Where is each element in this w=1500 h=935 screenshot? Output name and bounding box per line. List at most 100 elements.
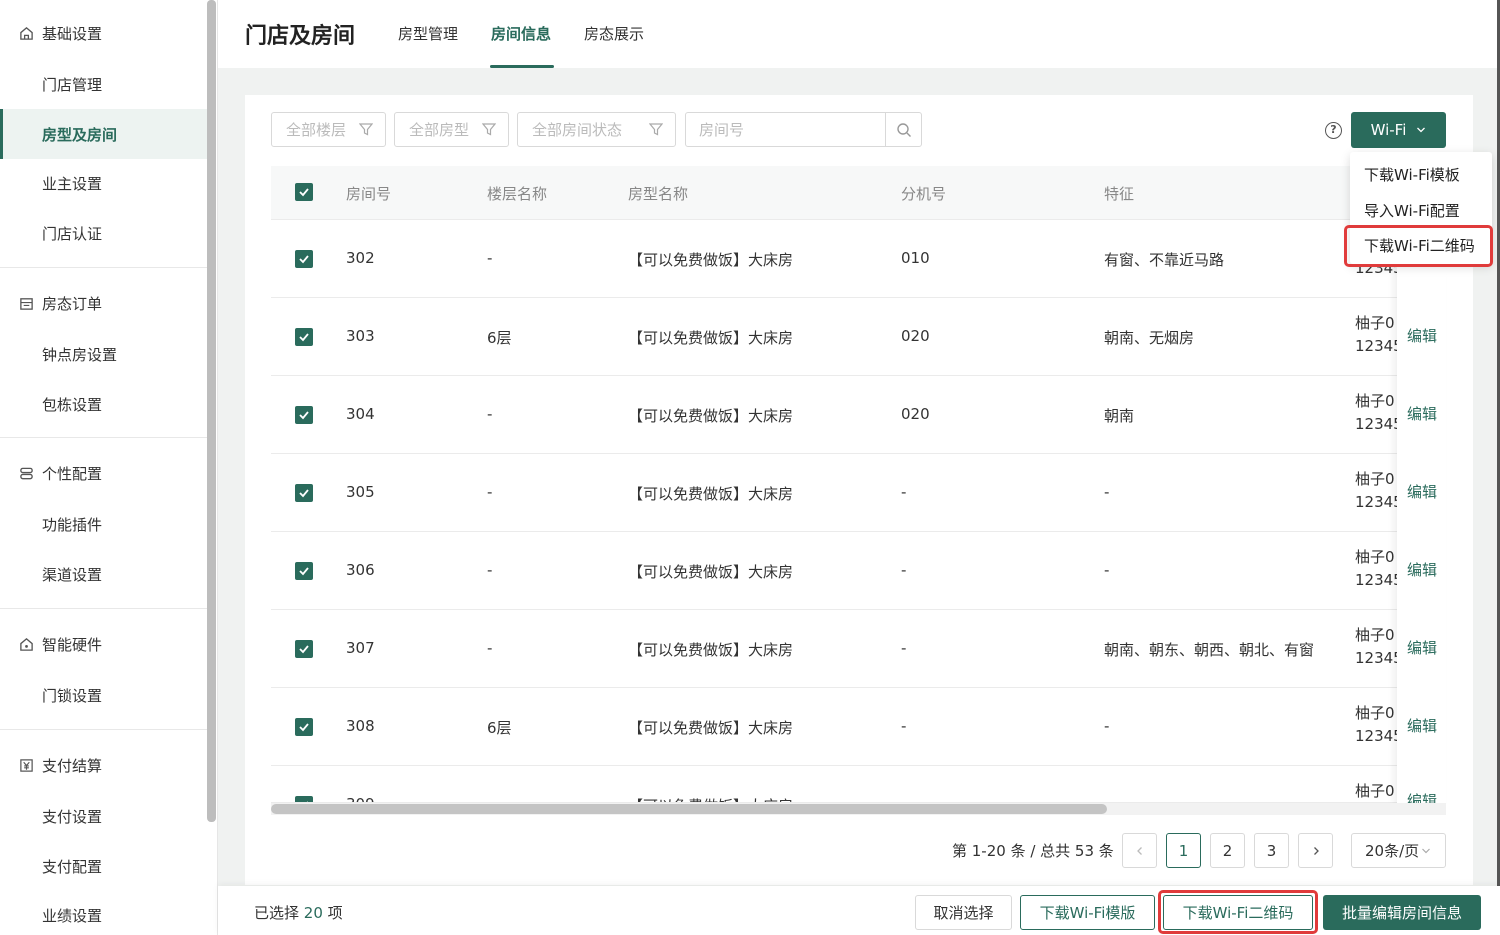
room-number-input[interactable] <box>686 113 886 146</box>
row-checkbox[interactable] <box>295 640 313 658</box>
download-wifi-template-button[interactable]: 下载Wi-Fi模版 <box>1020 895 1155 930</box>
cell-floor: - <box>487 249 493 267</box>
page-1-button[interactable]: 1 <box>1166 833 1201 868</box>
sidebar-item-certification[interactable]: 门店认证 <box>0 208 207 258</box>
table-row[interactable]: 302-【可以免费做饭】大床房010有窗、不靠近马路12345 <box>271 220 1446 298</box>
edit-link[interactable]: 编辑 <box>1407 637 1437 658</box>
tab-room-status[interactable]: 房态展示 <box>584 23 644 68</box>
sidebar-item-door-lock[interactable]: 门锁设置 <box>0 670 207 720</box>
cell-room-number: 302 <box>346 249 375 267</box>
active-tab-indicator <box>490 65 554 68</box>
table-row[interactable]: 308 6层 【可以免费做饭】大床房 - - 柚子0 12345 <box>271 688 1446 766</box>
menu-item-download-template[interactable]: 下载Wi-Fi模板 <box>1364 164 1460 185</box>
sidebar-group-basic[interactable]: 基础设置 <box>0 8 207 58</box>
page-size-value: 20条/页 <box>1365 842 1420 860</box>
sidebar-group-payment[interactable]: 支付结算 <box>0 740 207 790</box>
tab-room-info[interactable]: 房间信息 <box>491 23 551 68</box>
floor-filter[interactable]: 全部楼层 <box>271 112 386 147</box>
wifi-dropdown-button[interactable]: Wi-Fi <box>1351 112 1446 148</box>
cell-owner: 柚子0 12345 <box>1355 312 1397 358</box>
cell-owner-name: 柚子0 <box>1355 392 1395 410</box>
row-checkbox[interactable] <box>295 796 313 802</box>
edit-link[interactable]: 编辑 <box>1407 715 1437 736</box>
cell-room-type: 【可以免费做饭】大床房 <box>628 641 794 659</box>
room-status-filter[interactable]: 全部房间状态 <box>517 112 676 147</box>
sidebar-group-orders[interactable]: 房态订单 <box>0 278 207 328</box>
cell-room-type: 【可以免费做饭】大床房 <box>628 485 794 503</box>
edit-link[interactable]: 编辑 <box>1407 790 1437 803</box>
sidebar-item-store[interactable]: 门店管理 <box>0 59 207 109</box>
sidebar-item-building[interactable]: 包栋设置 <box>0 379 207 429</box>
sidebar-item-channels[interactable]: 渠道设置 <box>0 549 207 599</box>
cell-owner-phone: 12345 <box>1355 493 1397 511</box>
edit-link[interactable]: 编辑 <box>1407 481 1437 502</box>
row-checkbox[interactable] <box>295 406 313 424</box>
page-size-select[interactable]: 20条/页 <box>1351 833 1446 868</box>
sidebar-item-pay-config[interactable]: 支付配置 <box>0 841 207 891</box>
cell-floor: - <box>487 483 493 501</box>
cell-owner-name: 柚子0 <box>1355 626 1395 644</box>
menu-item-import-config[interactable]: 导入Wi-Fi配置 <box>1364 200 1460 221</box>
room-type-filter[interactable]: 全部房型 <box>394 112 509 147</box>
cell-extension: - <box>901 483 907 501</box>
table-row[interactable]: 309 【可以免费做饭】大床房 柚子0 <box>271 766 1446 803</box>
table-row[interactable]: 306 - 【可以免费做饭】大床房 - - 柚子0 12345 <box>271 532 1446 610</box>
edit-link[interactable]: 编辑 <box>1407 559 1437 580</box>
sidebar-group-label: 智能硬件 <box>42 635 103 654</box>
prev-page-button[interactable] <box>1122 833 1157 868</box>
column-floor: 楼层名称 <box>487 185 548 203</box>
cell-room-type: 【可以免费做饭】大床房 <box>628 407 794 425</box>
cell-owner-name: 柚子0 <box>1355 470 1395 488</box>
table-row[interactable]: 305 - 【可以免费做饭】大床房 - - 柚子0 12345 <box>271 454 1446 532</box>
horizontal-scrollbar[interactable] <box>271 804 1107 814</box>
cancel-selection-button[interactable]: 取消选择 <box>915 895 1012 930</box>
sidebar-scrollbar[interactable] <box>207 0 216 822</box>
sidebar: 基础设置 门店管理 房型及房间 业主设置 门店认证 房态订单 钟点房设置 包栋设… <box>0 0 218 935</box>
check-icon <box>299 333 309 342</box>
cell-features: 有窗、不靠近马路 <box>1104 251 1225 269</box>
sidebar-item-room-types[interactable]: 房型及房间 <box>0 109 207 159</box>
select-all-checkbox[interactable] <box>295 183 313 201</box>
cell-owner: 柚子0 12345 <box>1355 702 1397 748</box>
sidebar-item-hourly[interactable]: 钟点房设置 <box>0 329 207 379</box>
cell-owner-phone: 12345 <box>1355 649 1397 667</box>
search-button[interactable] <box>885 113 921 146</box>
table-row[interactable]: 303 6层 【可以免费做饭】大床房 020 朝南、无烟房 柚子0 12345 <box>271 298 1446 376</box>
row-checkbox[interactable] <box>295 484 313 502</box>
batch-edit-button[interactable]: 批量编辑房间信息 <box>1323 895 1481 930</box>
cell-extension: 010 <box>901 249 930 267</box>
sidebar-item-pay-settings[interactable]: 支付设置 <box>0 791 207 841</box>
tab-room-type-management[interactable]: 房型管理 <box>398 23 458 68</box>
page-title: 门店及房间 <box>245 24 356 49</box>
chevron-left-icon <box>1136 846 1142 855</box>
cell-extension: 020 <box>901 327 930 345</box>
sidebar-item-performance[interactable]: 业绩设置 <box>0 890 207 935</box>
sidebar-item-owner[interactable]: 业主设置 <box>0 158 207 208</box>
row-checkbox[interactable] <box>295 328 313 346</box>
row-checkbox[interactable] <box>295 250 313 268</box>
calendar-icon <box>18 295 34 311</box>
wifi-button-label: Wi-Fi <box>1370 121 1407 139</box>
row-checkbox[interactable] <box>295 562 313 580</box>
cell-features: 朝南 <box>1104 407 1135 425</box>
row-checkbox[interactable] <box>295 718 313 736</box>
edit-link[interactable]: 编辑 <box>1407 403 1437 424</box>
cell-owner-name: 柚子0 <box>1355 704 1395 722</box>
check-icon <box>299 489 309 498</box>
cell-room-number: 305 <box>346 483 375 501</box>
check-icon <box>299 567 309 576</box>
sidebar-divider <box>0 608 207 609</box>
column-room-number: 房间号 <box>346 185 392 203</box>
page-2-button[interactable]: 2 <box>1210 833 1245 868</box>
help-icon[interactable]: ? <box>1325 122 1342 139</box>
edit-link[interactable]: 编辑 <box>1407 325 1437 346</box>
sidebar-group-config[interactable]: 个性配置 <box>0 448 207 498</box>
sidebar-item-plugins[interactable]: 功能插件 <box>0 499 207 549</box>
floor-filter-label: 全部楼层 <box>286 121 347 139</box>
table-row[interactable]: 304 - 【可以免费做饭】大床房 020 朝南 柚子0 12345 <box>271 376 1446 454</box>
next-page-button[interactable] <box>1298 833 1333 868</box>
cell-owner: 柚子0 12345 <box>1355 546 1397 592</box>
sidebar-group-hardware[interactable]: 智能硬件 <box>0 619 207 669</box>
table-row[interactable]: 307 - 【可以免费做饭】大床房 - 朝南、朝东、朝西、朝北、有窗 柚子0 12345 <box>271 610 1446 688</box>
page-3-button[interactable]: 3 <box>1254 833 1289 868</box>
